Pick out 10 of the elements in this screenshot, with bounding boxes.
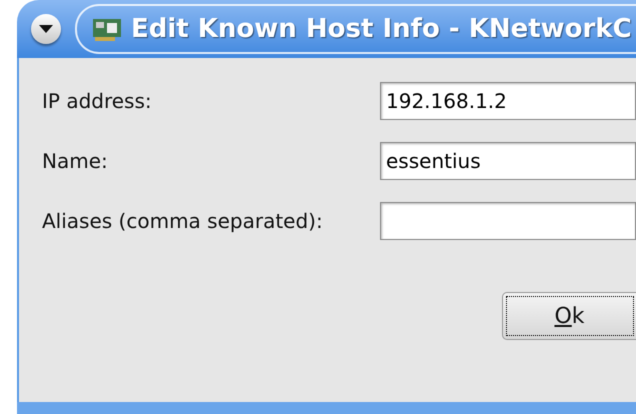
- input-field[interactable]: essentius: [380, 142, 636, 180]
- field-label: Name:: [41, 148, 109, 175]
- window-title: Edit Known Host Info - KNetworkC: [131, 12, 632, 46]
- ok-button[interactable]: Ok: [502, 292, 636, 340]
- input-field[interactable]: [380, 202, 636, 240]
- field-label: Aliases (comma separated):: [41, 208, 324, 235]
- caret-icon: [39, 25, 53, 33]
- field-label: IP address:: [41, 88, 153, 115]
- input-field[interactable]: 192.168.1.2: [380, 82, 636, 120]
- window-menu-button[interactable]: [31, 14, 61, 44]
